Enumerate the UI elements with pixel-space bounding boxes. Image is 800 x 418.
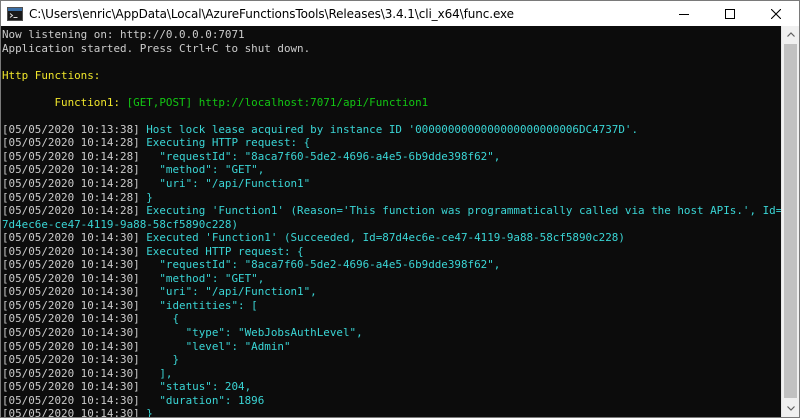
console-line: [05/05/2020 10:14:28] "method": "GET",	[2, 163, 781, 177]
console-line-segment: [05/05/2020 10:14:28]	[2, 149, 147, 163]
console-line-segment: "requestId": "8aca7f60-5de2-4696-a4e5-6b…	[146, 149, 501, 163]
console-line-segment: [05/05/2020 10:14:30]	[2, 298, 147, 312]
console-line: [05/05/2020 10:14:30] "uri": "/api/Funct…	[2, 285, 781, 299]
console-line-segment: [05/05/2020 10:14:30]	[2, 244, 147, 258]
scrollbar-thumb[interactable]	[784, 44, 797, 398]
console-line: [05/05/2020 10:14:28] "requestId": "8aca…	[2, 150, 781, 164]
title-bar[interactable]: C:\Users\enric\AppData\Local\AzureFuncti…	[1, 1, 799, 26]
minimize-button[interactable]	[661, 1, 707, 26]
console-line: [05/05/2020 10:14:28] }	[2, 191, 781, 205]
console-window: C:\Users\enric\AppData\Local\AzureFuncti…	[0, 0, 800, 418]
console-line-segment: Executing 'Function1' (Reason='This func…	[146, 204, 781, 218]
console-line-segment: Application started. Press Ctrl+C to shu…	[2, 41, 311, 55]
console-line-segment: Host lock lease acquired by instance ID …	[146, 122, 639, 136]
console-line-segment: [05/05/2020 10:14:30]	[2, 380, 147, 394]
console-line-segment: [05/05/2020 10:14:30]	[2, 353, 147, 367]
console-line-segment: [05/05/2020 10:14:30]	[2, 312, 147, 326]
console-line-segment: [05/05/2020 10:14:30]	[2, 285, 147, 299]
console-line-segment: "duration": 1896	[146, 393, 265, 407]
window-title: C:\Users\enric\AppData\Local\AzureFuncti…	[29, 6, 514, 21]
scroll-down-arrow-icon	[786, 406, 795, 411]
console-line: [05/05/2020 10:14:28] Executing 'Functio…	[2, 204, 781, 218]
console-line-segment: [05/05/2020 10:14:28]	[2, 190, 147, 204]
console-line-segment: {	[146, 312, 180, 326]
console-line-segment: [GET,POST] http://localhost:7071/api/Fun…	[126, 95, 429, 109]
console-line: 7d4ec6e-ce47-4119-9a88-58cf5890c228)	[2, 218, 781, 232]
console-line: [05/05/2020 10:14:30] }	[2, 407, 781, 417]
console-line-segment: [05/05/2020 10:14:30]	[2, 339, 147, 353]
console-output[interactable]: Now listening on: http://0.0.0.0:7071 App…	[1, 26, 781, 417]
console-line: [05/05/2020 10:14:30] Executed 'Function…	[2, 231, 781, 245]
console-line-segment: Http Functions:	[2, 68, 101, 82]
maximize-button[interactable]	[707, 1, 753, 26]
console-line-segment: [05/05/2020 10:14:28]	[2, 204, 147, 218]
console-line: [05/05/2020 10:14:28] Executing HTTP req…	[2, 136, 781, 150]
console-line: [05/05/2020 10:14:30] "duration": 1896	[2, 394, 781, 408]
close-icon	[771, 8, 781, 19]
console-line: [05/05/2020 10:14:30] Executed HTTP requ…	[2, 245, 781, 259]
console-line-segment: }	[146, 353, 180, 367]
console-line: [05/05/2020 10:13:38] Host lock lease ac…	[2, 123, 781, 137]
console-line-segment: [05/05/2020 10:14:30]	[2, 231, 147, 245]
console-line-segment: 7d4ec6e-ce47-4119-9a88-58cf5890c228)	[2, 217, 239, 231]
console-line-segment: [05/05/2020 10:14:30]	[2, 366, 147, 380]
console-line: [05/05/2020 10:14:30] "level": "Admin"	[2, 340, 781, 354]
console-line-segment: [05/05/2020 10:14:30]	[2, 393, 147, 407]
console-line-segment: "method": "GET",	[146, 163, 265, 177]
console-line-segment: [05/05/2020 10:13:38]	[2, 122, 147, 136]
console-line-segment: "uri": "/api/Function1",	[146, 285, 317, 299]
console-line-segment: }	[146, 190, 153, 204]
console-line: [05/05/2020 10:14:30] {	[2, 312, 781, 326]
console-line-segment: Now listening on: http://0.0.0.0:7071	[2, 28, 245, 41]
console-line: [05/05/2020 10:14:30] "type": "WebJobsAu…	[2, 326, 781, 340]
console-line-segment: [05/05/2020 10:14:30]	[2, 258, 147, 272]
maximize-icon	[725, 8, 735, 19]
console-line-segment: Executing HTTP request: {	[146, 136, 311, 150]
console-line: Http Functions:	[2, 69, 781, 83]
console-line: [05/05/2020 10:14:30] "status": 204,	[2, 380, 781, 394]
console-line-segment: [05/05/2020 10:14:30]	[2, 326, 147, 340]
console-line-segment: "uri": "/api/Function1"	[146, 177, 311, 191]
console-line-segment: [05/05/2020 10:14:28]	[2, 163, 147, 177]
console-line: [05/05/2020 10:14:30] "method": "GET",	[2, 272, 781, 286]
console-line: Now listening on: http://0.0.0.0:7071	[2, 28, 781, 42]
console-line-segment: "requestId": "8aca7f60-5de2-4696-a4e5-6b…	[146, 258, 501, 272]
minimize-icon	[679, 13, 689, 15]
console-line: [05/05/2020 10:14:30] "identities": [	[2, 299, 781, 313]
console-line-segment: "status": 204,	[146, 380, 252, 394]
scroll-up-arrow-icon	[786, 32, 795, 37]
console-line-segment: "method": "GET",	[146, 271, 265, 285]
console-line: Function1: [GET,POST] http://localhost:7…	[2, 96, 781, 110]
console-line-segment: ],	[146, 366, 173, 380]
console-line-segment: "level": "Admin"	[146, 339, 291, 353]
console-line: [05/05/2020 10:14:30] ],	[2, 367, 781, 381]
console-line-segment: [05/05/2020 10:14:30]	[2, 407, 147, 417]
console-line-segment: Executed HTTP request: {	[146, 244, 304, 258]
console-line-segment: [05/05/2020 10:14:28]	[2, 136, 147, 150]
console-line-segment: Function1:	[2, 95, 127, 109]
console-line-segment: [05/05/2020 10:14:30]	[2, 271, 147, 285]
scroll-down-button[interactable]	[782, 400, 799, 417]
console-line-segment: [05/05/2020 10:14:28]	[2, 177, 147, 191]
console-line-segment: "identities": [	[146, 298, 258, 312]
console-text: Now listening on: http://0.0.0.0:7071 App…	[1, 26, 781, 417]
console-line: [05/05/2020 10:14:28] "uri": "/api/Funct…	[2, 177, 781, 191]
console-line: Application started. Press Ctrl+C to shu…	[2, 42, 781, 56]
console-line-segment: Executed 'Function1' (Succeeded, Id=87d4…	[146, 231, 625, 245]
console-line-segment: }	[146, 407, 153, 417]
vertical-scrollbar[interactable]	[781, 26, 799, 417]
console-line: [05/05/2020 10:14:30] "requestId": "8aca…	[2, 258, 781, 272]
close-button[interactable]	[753, 1, 799, 26]
console-line-segment: "type": "WebJobsAuthLevel",	[146, 326, 363, 340]
console-line: [05/05/2020 10:14:30] }	[2, 353, 781, 367]
console-app-icon	[7, 6, 23, 21]
scroll-up-button[interactable]	[782, 26, 799, 43]
